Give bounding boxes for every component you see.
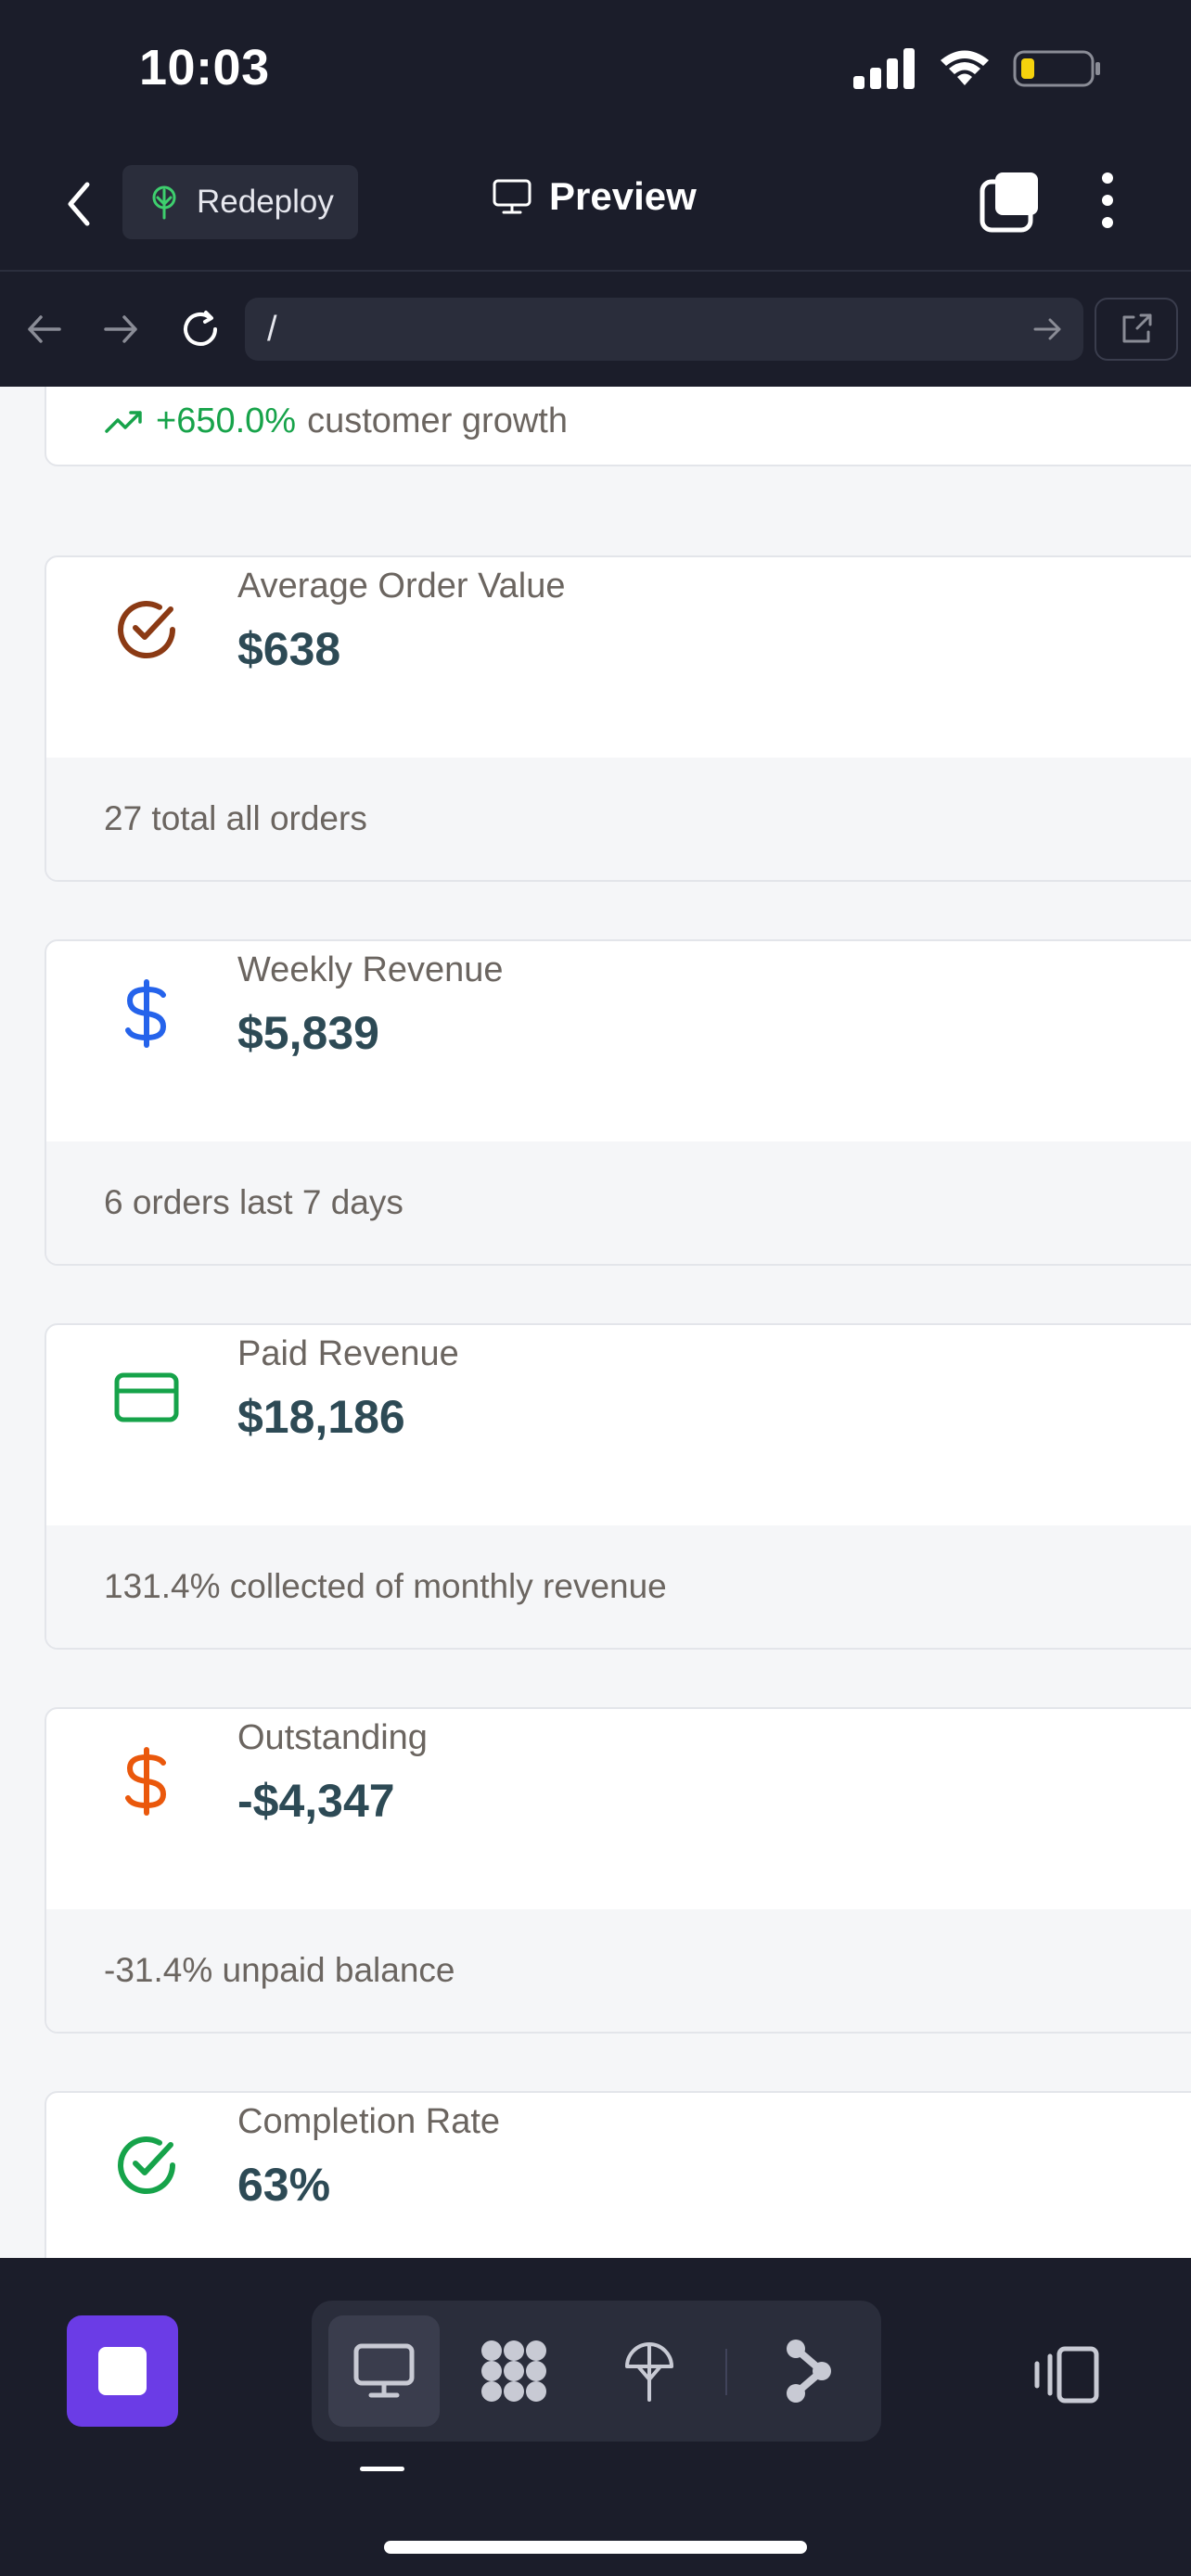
device-toggle-button[interactable]: [1030, 2338, 1104, 2412]
card-footer: 131.4% collected of monthly revenue: [46, 1525, 1191, 1648]
status-time: 10:03: [139, 40, 270, 96]
status-icons: [853, 48, 1102, 89]
reload-icon: [184, 311, 217, 346]
browser-forward-button[interactable]: [93, 301, 148, 357]
card-value: -$4,347: [237, 1775, 395, 1827]
tool-divider: [725, 2349, 727, 2395]
card-label: Outstanding: [237, 1718, 428, 1757]
preview-title: Preview: [492, 174, 697, 219]
tool-preview-button[interactable]: [328, 2315, 440, 2427]
card-label: Paid Revenue: [237, 1334, 459, 1373]
card-value: $18,186: [237, 1391, 405, 1443]
check-circle-icon: [111, 2130, 182, 2200]
signal-icon: [853, 48, 915, 89]
stop-icon: [98, 2347, 147, 2395]
tool-group: [312, 2301, 881, 2442]
preview-label: Preview: [549, 174, 697, 218]
git-icon: [787, 2340, 831, 2403]
card-label: Average Order Value: [237, 567, 566, 606]
app-header: Redeploy Preview: [0, 139, 1191, 272]
tabs-button[interactable]: [979, 169, 1044, 234]
url-input[interactable]: /: [245, 298, 1083, 361]
active-tab-indicator: [360, 2467, 404, 2471]
go-arrow-icon[interactable]: [1031, 311, 1065, 348]
growth-card: +650.0% customer growth: [45, 387, 1191, 466]
stat-card-completion-rate: Completion Rate 63%: [45, 2091, 1191, 2258]
more-dot: [1102, 172, 1113, 184]
wifi-icon: [941, 50, 989, 85]
stat-card-paid-revenue: Paid Revenue $18,186 131.4% collected of…: [45, 1323, 1191, 1650]
arrow-left-icon: [28, 315, 61, 343]
open-external-button[interactable]: [1095, 298, 1178, 361]
external-link-icon: [1122, 313, 1152, 343]
card-footer: -31.4% unpaid balance: [46, 1909, 1191, 2032]
card-label: Completion Rate: [237, 2102, 501, 2141]
deploy-tree-icon: [152, 185, 176, 220]
tool-deploy-button[interactable]: [594, 2315, 705, 2427]
growth-line: +650.0% customer growth: [104, 402, 568, 441]
stat-card-weekly-revenue: Weekly Revenue $5,839 6 orders last 7 da…: [45, 939, 1191, 1266]
browser-toolbar: /: [0, 274, 1191, 387]
dashboard-stats: +650.0% customer growth Average Order Va…: [0, 387, 1191, 2258]
card-footer: 27 total all orders: [46, 758, 1191, 880]
dollar-icon: [111, 978, 182, 1049]
status-bar: 10:03: [0, 0, 1191, 139]
trending-up-icon: [105, 410, 142, 433]
stat-card-outstanding: Outstanding -$4,347 -31.4% unpaid balanc…: [45, 1707, 1191, 2034]
preview-content[interactable]: +650.0% customer growth Average Order Va…: [0, 387, 1191, 2258]
home-indicator: [384, 2541, 807, 2554]
dollar-icon: [111, 1746, 182, 1817]
monitor-icon: [493, 179, 531, 214]
more-options-button[interactable]: [1085, 167, 1130, 234]
device-switch-icon: [1034, 2346, 1099, 2404]
card-label: Weekly Revenue: [237, 950, 504, 989]
tool-git-button[interactable]: [751, 2315, 863, 2427]
more-dot: [1102, 195, 1113, 206]
battery-icon: [1013, 50, 1100, 87]
credit-card-icon: [111, 1362, 182, 1433]
tool-workspace-button[interactable]: [458, 2315, 570, 2427]
card-value: 63%: [237, 2159, 331, 2211]
check-circle-icon: [111, 594, 182, 665]
stop-button[interactable]: [67, 2315, 178, 2427]
card-value: $638: [237, 623, 341, 675]
card-value: $5,839: [237, 1007, 379, 1059]
redeploy-button[interactable]: Redeploy: [122, 165, 358, 239]
stat-card-average-order-value: Average Order Value $638 27 total all or…: [45, 555, 1191, 882]
grid-icon: [481, 2340, 546, 2402]
browser-back-button[interactable]: [17, 301, 72, 357]
growth-text: customer growth: [307, 402, 568, 440]
card-footer: 6 orders last 7 days: [46, 1141, 1191, 1264]
reload-button[interactable]: [173, 301, 228, 357]
back-button[interactable]: [56, 176, 102, 232]
tabs-icon: [980, 172, 1038, 233]
growth-value: +650.0%: [156, 402, 297, 440]
more-dot: [1102, 217, 1113, 228]
desktop-icon: [353, 2343, 415, 2398]
bottom-toolbar: [0, 2258, 1191, 2576]
url-text: /: [267, 309, 277, 349]
deploy-icon: [625, 2342, 673, 2402]
chevron-left-icon: [68, 182, 90, 226]
arrow-right-icon: [104, 315, 137, 343]
redeploy-label: Redeploy: [197, 184, 334, 220]
